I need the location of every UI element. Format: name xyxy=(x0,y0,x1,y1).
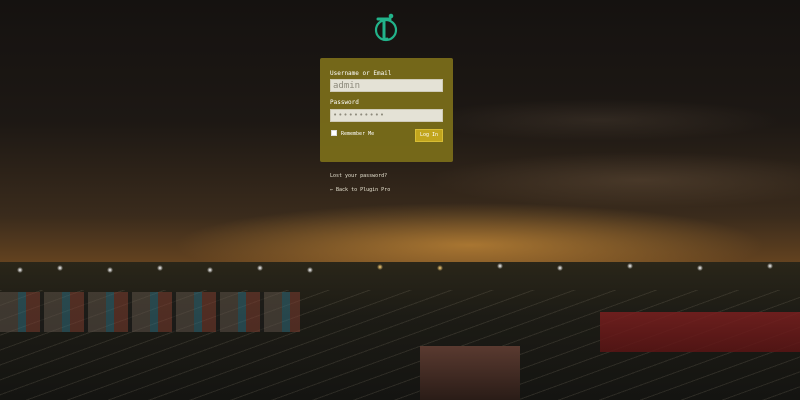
log-in-button[interactable]: Log In xyxy=(415,129,443,142)
password-label: Password xyxy=(330,99,359,106)
back-to-site-link[interactable]: ← Back to Plugin Pro xyxy=(330,187,390,193)
remember-me-label: Remember Me xyxy=(341,131,375,137)
login-form: Username or Email Password •••••••••• Re… xyxy=(320,58,453,162)
yard-lights xyxy=(0,262,800,282)
remember-me-checkbox[interactable] xyxy=(331,130,337,136)
site-logo-icon[interactable] xyxy=(368,11,404,45)
freight-wagons-left xyxy=(0,292,300,332)
password-input[interactable]: •••••••••• xyxy=(330,109,443,122)
username-label: Username or Email xyxy=(330,70,392,77)
lost-password-link[interactable]: Lost your password? xyxy=(330,173,387,179)
username-input[interactable] xyxy=(330,79,443,92)
freight-wagon-front xyxy=(420,346,520,400)
freight-wagons-right xyxy=(600,312,800,352)
